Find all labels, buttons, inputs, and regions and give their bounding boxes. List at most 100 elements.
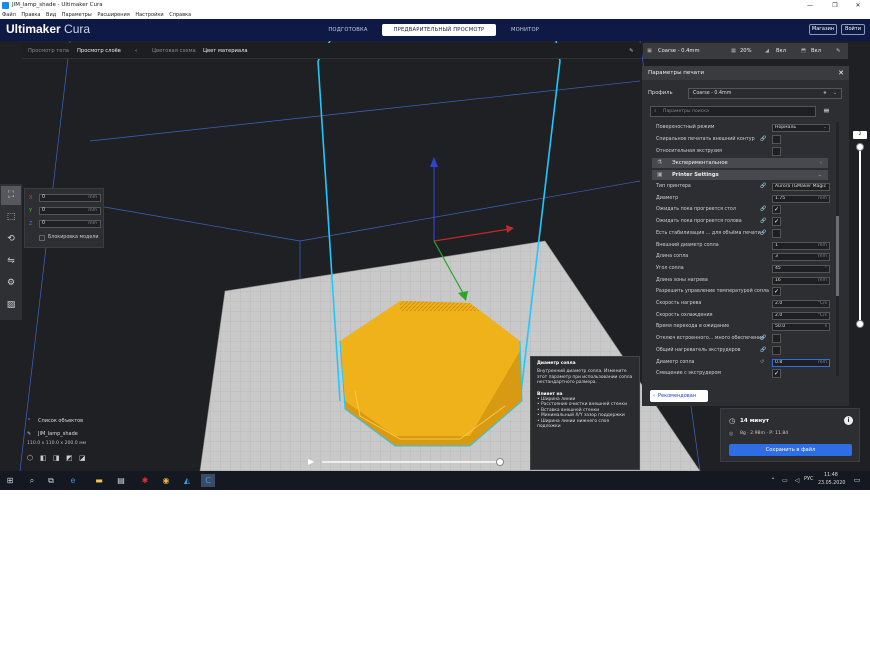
- minimize-icon[interactable]: —: [798, 0, 822, 11]
- app-icon-2[interactable]: ◭: [180, 474, 194, 487]
- printer-setting-input[interactable]: 45 °: [772, 264, 830, 273]
- surface-mode-select[interactable]: Нормаль ⌄: [772, 124, 830, 132]
- store-icon[interactable]: ▤: [114, 474, 128, 487]
- view-front-icon[interactable]: ◧: [40, 454, 47, 462]
- save-to-file-button[interactable]: Сохранить в файл: [729, 444, 852, 456]
- menu-file[interactable]: Файл: [2, 12, 16, 18]
- relative-extrusion-checkbox[interactable]: [772, 147, 781, 156]
- object-list-label[interactable]: Список объектов: [38, 418, 83, 424]
- info-icon[interactable]: i: [844, 416, 853, 425]
- printer-setting-input[interactable]: Aurora (GMaker Magic: [772, 183, 830, 191]
- scale-tool-icon[interactable]: ⬚: [1, 208, 21, 227]
- object-file-name[interactable]: JIM_lamp_shade: [38, 431, 78, 437]
- rotate-tool-icon[interactable]: ⟲: [1, 230, 21, 249]
- layer-top-handle[interactable]: [856, 143, 864, 151]
- windows-start-icon[interactable]: ⊞: [3, 474, 17, 487]
- adhesion-summary[interactable]: Вкл: [811, 43, 821, 59]
- spiralize-label: Спиральное печатать внешний контур: [656, 137, 755, 142]
- reset-icon[interactable]: ↺: [760, 357, 764, 368]
- view-3d-icon[interactable]: ⬡: [27, 454, 33, 462]
- printer-setting-checkbox[interactable]: [772, 345, 781, 355]
- category-experimental[interactable]: ⚗ Экспериментальное ‹: [652, 158, 828, 168]
- printer-setting-checkbox[interactable]: ✓: [772, 369, 781, 379]
- mirror-tool-icon[interactable]: ⇋: [1, 252, 21, 271]
- spiralize-row: Спиральное печатать внешний контур 🔗: [652, 134, 832, 145]
- printer-setting-input[interactable]: 50.0 s: [772, 323, 830, 332]
- file-explorer-icon[interactable]: ▬: [92, 474, 106, 487]
- edge-icon[interactable]: e: [66, 474, 80, 487]
- support-summary[interactable]: Вкл: [776, 43, 786, 59]
- volume-icon[interactable]: ◁: [790, 474, 804, 487]
- chrome-icon[interactable]: ◉: [159, 474, 173, 487]
- menu-settings[interactable]: Параметры: [62, 12, 92, 18]
- clock-time[interactable]: 11:48: [824, 473, 838, 478]
- menu-extensions[interactable]: Расширения: [97, 12, 129, 18]
- printer-setting-input[interactable]: 2.0 °C/s: [772, 311, 830, 320]
- search-icon[interactable]: ⌕: [25, 474, 39, 487]
- pencil-icon[interactable]: ✎: [629, 43, 633, 59]
- view-right-icon[interactable]: ◪: [79, 454, 86, 462]
- per-model-settings-icon[interactable]: ⚙: [1, 274, 21, 293]
- tab-monitor[interactable]: МОНИТОР: [500, 24, 550, 36]
- printer-setting-input[interactable]: 3 mm: [772, 253, 830, 262]
- spiralize-checkbox[interactable]: [772, 135, 781, 144]
- lock-model-checkbox[interactable]: [39, 235, 45, 241]
- app-icon[interactable]: ✱: [138, 474, 152, 487]
- edit-pencil-icon[interactable]: ✎: [836, 43, 840, 59]
- printer-setting-checkbox[interactable]: [772, 228, 781, 238]
- settings-scrollbar-thumb[interactable]: [836, 216, 839, 296]
- tab-prepare[interactable]: ПОДГОТОВКА: [318, 24, 378, 36]
- profile-summary[interactable]: Coarse - 0.4mm: [658, 43, 700, 59]
- printer-setting-input[interactable]: 2.0 °C/s: [772, 300, 830, 308]
- simulation-handle[interactable]: [496, 458, 504, 466]
- notifications-icon[interactable]: ▭: [850, 474, 864, 487]
- cura-taskbar-icon[interactable]: C: [201, 474, 215, 487]
- play-icon[interactable]: ▶: [308, 456, 314, 468]
- star-icon[interactable]: ★: [823, 89, 827, 98]
- collapse-chevron-icon[interactable]: ‹: [135, 43, 137, 59]
- printer-setting-input[interactable]: 1 mm: [772, 241, 830, 250]
- task-view-icon[interactable]: ⧉: [44, 474, 58, 487]
- settings-search-input[interactable]: ⌕ Параметры поиска: [650, 106, 816, 117]
- category-printer-settings[interactable]: ▣ Printer Settings ⌄: [652, 170, 828, 180]
- simulation-track[interactable]: [322, 461, 500, 463]
- menu-preferences[interactable]: Настройки: [135, 12, 163, 18]
- menu-view[interactable]: Вид: [46, 12, 56, 18]
- menu-help[interactable]: Справка: [169, 12, 191, 18]
- printer-setting-checkbox[interactable]: [772, 334, 781, 344]
- close-icon[interactable]: ✕: [846, 0, 870, 11]
- printer-setting-input[interactable]: 0.8 mm: [772, 358, 830, 367]
- infill-summary[interactable]: 20%: [740, 43, 752, 59]
- color-scheme-value[interactable]: Цвет материала: [203, 43, 248, 59]
- body-view-tab[interactable]: Просмотр тела: [28, 43, 69, 59]
- view-top-icon[interactable]: ◨: [53, 454, 60, 462]
- layer-bottom-handle[interactable]: [856, 320, 864, 328]
- printer-setting-checkbox[interactable]: ✓: [772, 287, 781, 297]
- settings-menu-icon[interactable]: ≡: [823, 106, 830, 115]
- signin-button[interactable]: Войти: [841, 24, 865, 35]
- profile-select[interactable]: Coarse - 0.4mm ★ ⌄: [688, 88, 842, 99]
- printer-setting-checkbox[interactable]: ✓: [772, 217, 781, 227]
- z-input[interactable]: 0 mm: [39, 220, 101, 228]
- printer-setting-input[interactable]: 16 mm: [772, 276, 830, 285]
- layer-top-value[interactable]: 2: [853, 131, 867, 139]
- marketplace-button[interactable]: Магазин: [809, 24, 837, 35]
- support-blocker-icon[interactable]: ▨: [1, 296, 21, 315]
- layer-track[interactable]: [859, 144, 861, 324]
- recommended-button[interactable]: ‹ Рекомендован: [650, 390, 708, 402]
- layer-view-tab[interactable]: Просмотр слоёв: [77, 43, 121, 59]
- print-settings-bar[interactable]: ▣ Coarse - 0.4mm ▦ 20% ◢ Вкл ⬒ Вкл ✎: [643, 43, 848, 59]
- tab-preview[interactable]: ПРЕДВАРИТЕЛЬНЫЙ ПРОСМОТР: [382, 24, 496, 36]
- printer-setting-checkbox[interactable]: ✓: [772, 205, 781, 215]
- printer-setting-input[interactable]: 1.75 mm: [772, 194, 830, 203]
- close-panel-icon[interactable]: ✕: [838, 66, 844, 80]
- maximize-icon[interactable]: ❐: [823, 0, 847, 11]
- view-left-icon[interactable]: ◩: [66, 454, 73, 462]
- move-tool-icon[interactable]: ⛶: [1, 186, 21, 205]
- y-input[interactable]: 0 mm: [39, 207, 101, 215]
- clock-date[interactable]: 23.05.2020: [818, 481, 845, 486]
- language-indicator[interactable]: РУС: [804, 476, 814, 482]
- x-input[interactable]: 0 mm: [39, 194, 101, 202]
- menu-edit[interactable]: Правка: [21, 12, 40, 18]
- chevron-up-icon[interactable]: ⌃: [27, 418, 31, 424]
